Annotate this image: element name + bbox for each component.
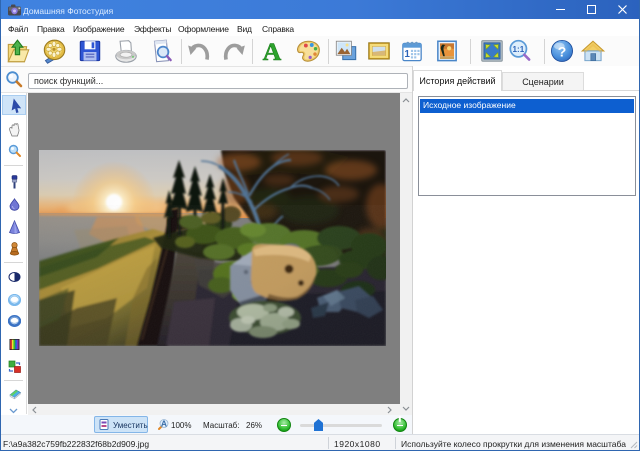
svg-text:1: 1 (404, 49, 410, 60)
svg-text:A: A (161, 419, 167, 429)
svg-text:1:1: 1:1 (513, 45, 525, 54)
svg-text:?: ? (558, 43, 567, 59)
svg-text:A: A (263, 38, 282, 66)
